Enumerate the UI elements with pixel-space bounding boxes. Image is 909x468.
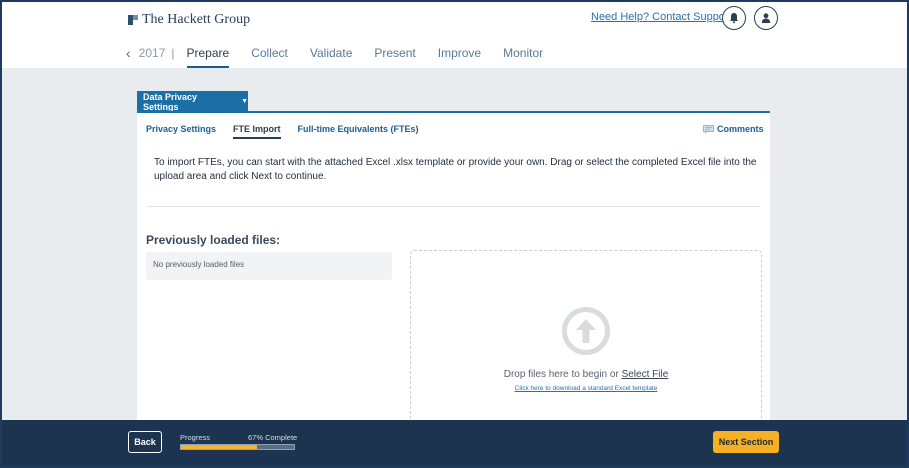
tab-prepare[interactable]: Prepare [186,46,230,68]
upload-arrow-icon [562,307,610,355]
logo-text: The Hackett Group [142,12,251,27]
year-label: 2017 [138,46,166,60]
user-icon [761,13,771,23]
dropzone-message: Drop files here to begin or [503,369,619,380]
bell-icon [730,13,738,24]
nav-separator: | [171,46,175,60]
comments-label: Comments [717,124,764,134]
app-frame: The Hackett Group Need Help? Contact Sup… [2,2,907,466]
subtab-privacy-settings[interactable]: Privacy Settings [146,124,216,139]
previous-files-list: No previously loaded files [146,252,392,280]
logo-mark-icon [128,15,138,25]
section-title: Data Privacy Settings [143,91,198,112]
download-template-link[interactable]: Click here to download a standard Excel … [411,385,761,392]
chevron-left-icon[interactable]: ‹ [126,45,131,61]
logo[interactable]: The Hackett Group [128,12,250,28]
subtab-ftes[interactable]: Full-time Equivalents (FTEs) [298,124,419,139]
comment-icon [703,124,714,134]
content-card: Privacy Settings FTE Import Full-time Eq… [137,111,770,433]
divider [147,206,760,207]
tab-present[interactable]: Present [374,46,415,68]
footer: Back Progress 67% Complete Next Section [2,420,907,466]
section-dropdown[interactable]: Data Privacy Settings ▼ [137,91,248,112]
instructions-text: To import FTEs, you can start with the a… [154,157,757,182]
notifications-button[interactable] [722,6,746,30]
progress-bar [180,444,295,450]
progress-percent: 67% Complete [248,433,298,442]
previous-files-title: Previously loaded files: [146,233,281,247]
tab-collect[interactable]: Collect [251,46,288,68]
profile-button[interactable] [754,6,778,30]
header: The Hackett Group Need Help? Contact Sup… [2,2,907,68]
tab-validate[interactable]: Validate [310,46,352,68]
back-button[interactable]: Back [128,431,162,453]
select-file-link[interactable]: Select File [622,369,669,380]
caret-down-icon: ▼ [241,98,248,105]
progress-label: Progress [180,433,211,442]
next-section-button[interactable]: Next Section [713,431,779,453]
tab-monitor[interactable]: Monitor [503,46,543,68]
dropzone-text: Drop files here to begin or Select File [411,369,761,380]
subtabs: Privacy Settings FTE Import Full-time Eq… [146,124,436,139]
subtab-fte-import[interactable]: FTE Import [233,124,281,139]
progress-fill [181,445,257,449]
tab-improve[interactable]: Improve [438,46,481,68]
comments-button[interactable]: Comments [703,124,764,134]
help-link[interactable]: Need Help? Contact Support. [591,11,735,23]
file-dropzone[interactable]: Drop files here to begin or Select File … [410,250,762,433]
phase-nav: ‹ 2017 | Prepare Collect Validate Presen… [126,42,565,68]
